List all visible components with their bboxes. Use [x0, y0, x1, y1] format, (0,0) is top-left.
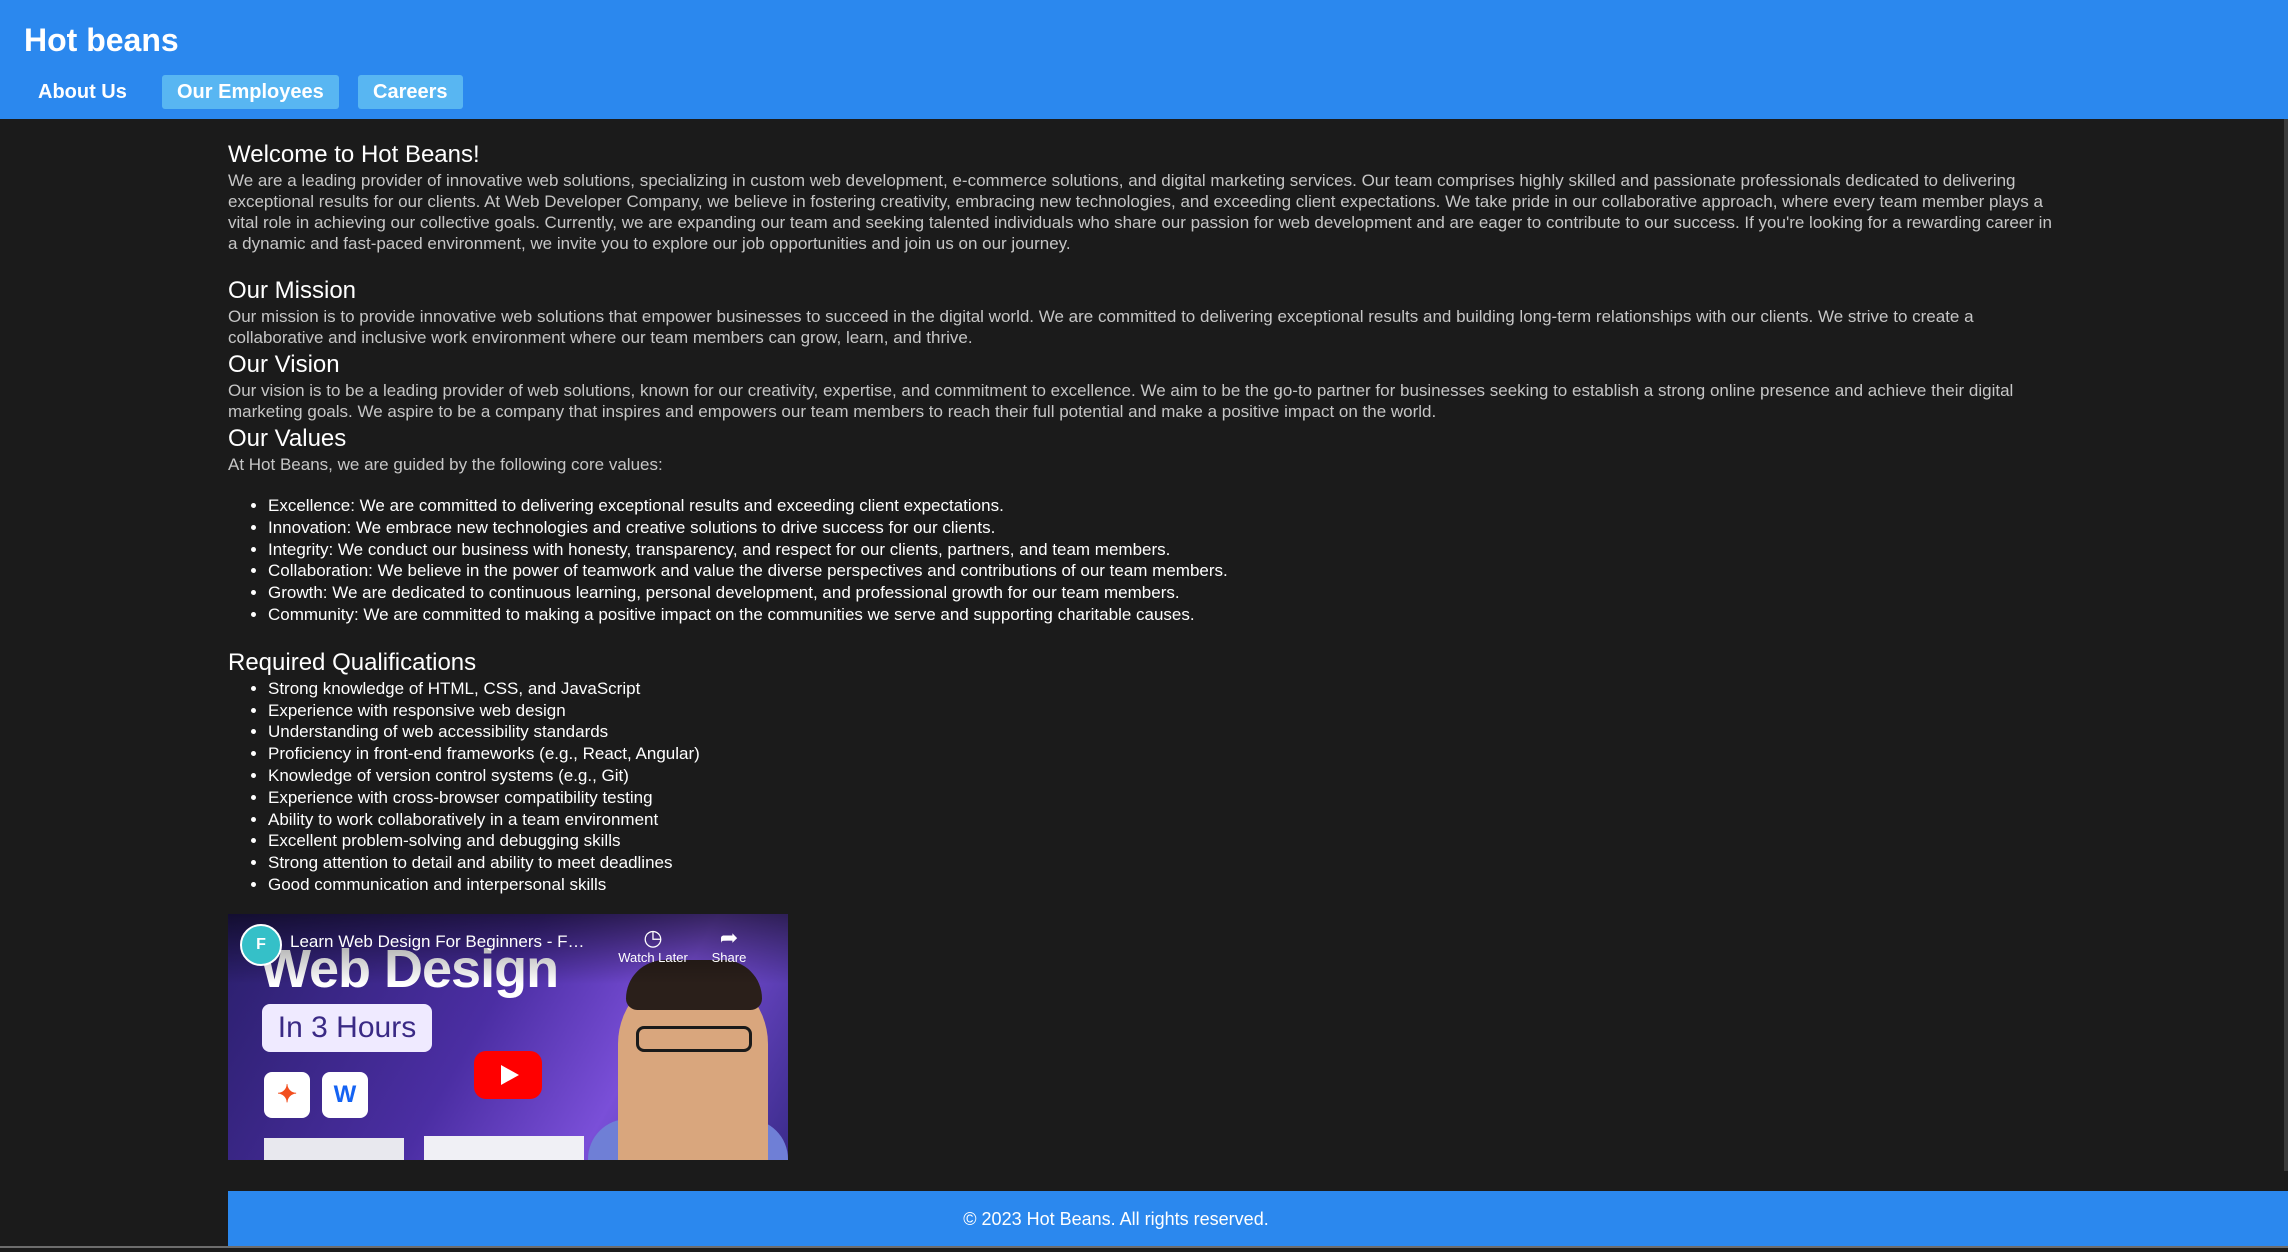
share-icon: ➦ — [719, 924, 739, 950]
play-button[interactable] — [474, 1050, 542, 1099]
nav-our-employees[interactable]: Our Employees — [162, 75, 339, 109]
share-label: Share — [711, 949, 747, 965]
vision-section: Our Vision Our vision is to be a leading… — [228, 350, 2060, 422]
thumbnail-screenshot — [264, 1137, 404, 1160]
main-content: Welcome to Hot Beans! We are a leading p… — [228, 140, 2060, 1160]
nav-careers[interactable]: Careers — [358, 75, 463, 109]
embedded-video[interactable]: Web Design In 3 Hours ✦ W F Learn Web De… — [228, 913, 788, 1160]
list-item: Excellent problem-solving and debugging … — [268, 830, 2060, 852]
scrollbar[interactable] — [2284, 119, 2288, 1171]
clock-icon: ◷ — [643, 924, 663, 950]
values-section: Our Values At Hot Beans, we are guided b… — [228, 424, 2060, 626]
watch-later-button[interactable]: ◷ Watch Later — [618, 924, 688, 965]
list-item: Experience with cross-browser compatibil… — [268, 787, 2060, 809]
mission-section: Our Mission Our mission is to provide in… — [228, 276, 2060, 348]
qualifications-section: Required Qualifications Strong knowledge… — [228, 648, 2060, 896]
vision-text: Our vision is to be a leading provider o… — [228, 381, 2014, 421]
thumbnail-screenshot — [424, 1135, 584, 1160]
watch-later-label: Watch Later — [618, 949, 688, 965]
footer-text: © 2023 Hot Beans. All rights reserved. — [963, 1209, 1269, 1229]
qualifications-list: Strong knowledge of HTML, CSS, and JavaS… — [228, 678, 2060, 896]
vision-heading: Our Vision — [228, 351, 340, 378]
list-item: Understanding of web accessibility stand… — [268, 721, 2060, 743]
list-item: Growth: We are dedicated to continuous l… — [268, 582, 2060, 604]
site-title: Hot beans — [24, 22, 179, 58]
list-item: Strong attention to detail and ability t… — [268, 852, 2060, 874]
channel-logo-icon[interactable]: F — [240, 923, 282, 966]
site-footer: © 2023 Hot Beans. All rights reserved. — [228, 1191, 2288, 1247]
list-item: Collaboration: We believe in the power o… — [268, 560, 2060, 582]
mission-heading: Our Mission — [228, 277, 357, 304]
list-item: Proficiency in front-end frameworks (e.g… — [268, 743, 2060, 765]
nav-about-us[interactable]: About Us — [24, 75, 141, 109]
list-item: Strong knowledge of HTML, CSS, and JavaS… — [268, 678, 2060, 700]
list-item: Innovation: We embrace new technologies … — [268, 517, 2060, 539]
list-item: Integrity: We conduct our business with … — [268, 539, 2060, 561]
site-header: Hot beans About Us Our Employees Careers — [0, 0, 2288, 119]
welcome-text: We are a leading provider of innovative … — [228, 171, 2052, 253]
welcome-heading: Welcome to Hot Beans! — [228, 141, 480, 168]
values-list: Excellence: We are committed to deliveri… — [228, 495, 2060, 626]
qualifications-heading: Required Qualifications — [228, 648, 477, 676]
figma-icon: ✦ — [264, 1071, 310, 1118]
share-button[interactable]: ➦ Share — [694, 924, 764, 965]
list-item: Knowledge of version control systems (e.… — [268, 765, 2060, 787]
list-item: Excellence: We are committed to deliveri… — [268, 495, 2060, 517]
values-heading: Our Values — [228, 425, 347, 452]
presenter-glasses — [636, 1025, 752, 1052]
thumbnail-badge: In 3 Hours — [262, 1003, 432, 1052]
list-item: Ability to work collaboratively in a tea… — [268, 809, 2060, 831]
welcome-section: Welcome to Hot Beans! We are a leading p… — [228, 140, 2060, 254]
video-title[interactable]: Learn Web Design For Beginners - Full ..… — [290, 932, 590, 952]
bottom-divider — [0, 1246, 2288, 1248]
mission-text: Our mission is to provide innovative web… — [228, 307, 1974, 347]
values-intro: At Hot Beans, we are guided by the follo… — [228, 455, 663, 474]
webflow-icon: W — [322, 1071, 368, 1118]
list-item: Community: We are committed to making a … — [268, 604, 2060, 626]
list-item: Experience with responsive web design — [268, 700, 2060, 722]
list-item: Good communication and interpersonal ski… — [268, 874, 2060, 896]
